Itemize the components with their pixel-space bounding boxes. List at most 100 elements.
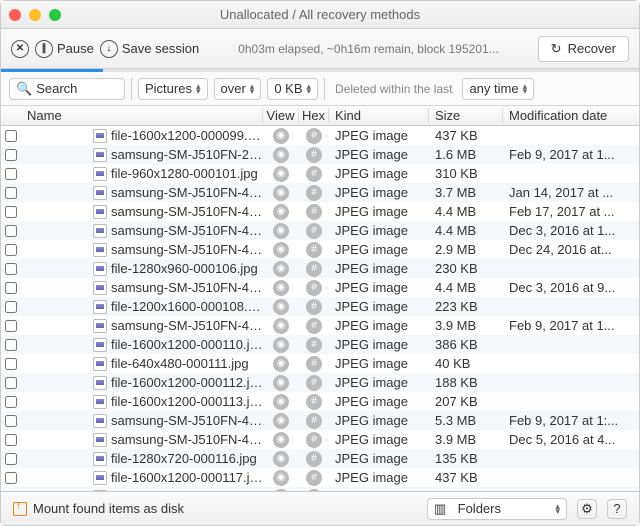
table-row[interactable]: samsung-SM-J510FN-4128...◉#JPEG image3.9…	[1, 430, 639, 449]
table-row[interactable]: file-1200x1600-000108.jpg◉#JPEG image223…	[1, 297, 639, 316]
stop-button[interactable]: ✕	[11, 40, 29, 58]
file-date: Feb 17, 2017 at ...	[503, 204, 639, 219]
eye-icon[interactable]: ◉	[273, 185, 289, 201]
eye-icon[interactable]: ◉	[273, 337, 289, 353]
row-checkbox[interactable]	[1, 434, 21, 446]
table-row[interactable]: samsung-SM-J510FN-4128...◉#JPEG image3.7…	[1, 183, 639, 202]
settings-button[interactable]: ⚙	[577, 499, 597, 519]
eye-icon[interactable]: ◉	[273, 223, 289, 239]
row-checkbox[interactable]	[1, 225, 21, 237]
hex-icon[interactable]: #	[306, 299, 322, 315]
row-checkbox[interactable]	[1, 358, 21, 370]
col-name[interactable]: Name	[21, 108, 263, 123]
recover-button[interactable]: ↻Recover	[538, 36, 629, 62]
hex-icon[interactable]: #	[306, 356, 322, 372]
hex-icon[interactable]: #	[306, 451, 322, 467]
hex-icon[interactable]: #	[306, 432, 322, 448]
table-row[interactable]: file-1600x1200-000099.jpg◉#JPEG image437…	[1, 126, 639, 145]
type-select[interactable]: Pictures▴▾	[138, 78, 208, 100]
eye-icon[interactable]: ◉	[273, 280, 289, 296]
hex-icon[interactable]: #	[306, 470, 322, 486]
eye-icon[interactable]: ◉	[273, 242, 289, 258]
hex-icon[interactable]: #	[306, 261, 322, 277]
file-kind: JPEG image	[329, 280, 429, 295]
table-row[interactable]: samsung-SM-J510FN-4128...◉#JPEG image3.9…	[1, 316, 639, 335]
col-hex[interactable]: Hex	[299, 108, 329, 123]
eye-icon[interactable]: ◉	[273, 470, 289, 486]
hex-icon[interactable]: #	[306, 204, 322, 220]
col-kind[interactable]: Kind	[329, 108, 429, 123]
eye-icon[interactable]: ◉	[273, 261, 289, 277]
col-view[interactable]: View	[263, 108, 299, 123]
table-row[interactable]: file-1600x1200-000113.jpg◉#JPEG image207…	[1, 392, 639, 411]
row-checkbox[interactable]	[1, 415, 21, 427]
hex-icon[interactable]: #	[306, 375, 322, 391]
table-row[interactable]: samsung-SM-J510FN-4128...◉#JPEG image4.4…	[1, 221, 639, 240]
hex-icon[interactable]: #	[306, 185, 322, 201]
col-date[interactable]: Modification date	[503, 108, 639, 123]
row-checkbox[interactable]	[1, 263, 21, 275]
col-size[interactable]: Size	[429, 108, 503, 123]
table-row[interactable]: file-1600x1200-000110.jpg◉#JPEG image386…	[1, 335, 639, 354]
row-checkbox[interactable]	[1, 149, 21, 161]
eye-icon[interactable]: ◉	[273, 318, 289, 334]
row-checkbox[interactable]	[1, 168, 21, 180]
row-checkbox[interactable]	[1, 339, 21, 351]
table-row[interactable]: samsung-SM-J510FN-4128...◉#JPEG image2.9…	[1, 240, 639, 259]
eye-icon[interactable]: ◉	[273, 356, 289, 372]
eye-icon[interactable]: ◉	[273, 413, 289, 429]
row-checkbox[interactable]	[1, 244, 21, 256]
help-button[interactable]: ?	[607, 499, 627, 519]
table-row[interactable]: file-1280x960-000106.jpg◉#JPEG image230 …	[1, 259, 639, 278]
eye-icon[interactable]: ◉	[273, 128, 289, 144]
hex-icon[interactable]: #	[306, 128, 322, 144]
size-select[interactable]: 0 KB▴▾	[267, 78, 318, 100]
row-checkbox[interactable]	[1, 130, 21, 142]
hex-icon[interactable]: #	[306, 223, 322, 239]
table-row[interactable]: file-640x480-000111.jpg◉#JPEG image40 KB	[1, 354, 639, 373]
table-row[interactable]: file-1280x720-000116.jpg◉#JPEG image135 …	[1, 449, 639, 468]
eye-icon[interactable]: ◉	[273, 204, 289, 220]
row-checkbox[interactable]	[1, 187, 21, 199]
row-checkbox[interactable]	[1, 282, 21, 294]
table-row[interactable]: samsung-SM-J510FN-4128...◉#JPEG image5.3…	[1, 411, 639, 430]
hex-icon[interactable]: #	[306, 394, 322, 410]
table-row[interactable]: samsung-SM-J510FN-4128...◉#JPEG image4.4…	[1, 202, 639, 221]
row-checkbox[interactable]	[1, 396, 21, 408]
eye-icon[interactable]: ◉	[273, 432, 289, 448]
folders-select[interactable]: ▥ Folders▴▾	[427, 498, 567, 520]
row-checkbox[interactable]	[1, 206, 21, 218]
save-session-button[interactable]: ↓Save session	[100, 40, 199, 58]
table-row[interactable]: samsung-SM-J510FN-4128...◉#JPEG image4.4…	[1, 278, 639, 297]
table-row[interactable]: file-960x1280-000101.jpg◉#JPEG image310 …	[1, 164, 639, 183]
search-input[interactable]: 🔍Search	[9, 78, 125, 100]
hex-icon[interactable]: #	[306, 413, 322, 429]
eye-icon[interactable]: ◉	[273, 394, 289, 410]
op-select[interactable]: over▴▾	[214, 78, 262, 100]
pause-button[interactable]: ∥Pause	[35, 40, 94, 58]
row-checkbox[interactable]	[1, 377, 21, 389]
row-checkbox[interactable]	[1, 320, 21, 332]
eye-icon[interactable]: ◉	[273, 166, 289, 182]
hex-icon[interactable]: #	[306, 337, 322, 353]
eye-icon[interactable]: ◉	[273, 375, 289, 391]
table-row[interactable]: file-1600x1200-000112.jpg◉#JPEG image188…	[1, 373, 639, 392]
row-checkbox[interactable]	[1, 301, 21, 313]
mount-button[interactable]: Mount found items as disk	[13, 501, 184, 516]
hex-icon[interactable]: #	[306, 166, 322, 182]
minimize-icon[interactable]	[29, 9, 41, 21]
eye-icon[interactable]: ◉	[273, 299, 289, 315]
hex-icon[interactable]: #	[306, 318, 322, 334]
table-row[interactable]: samsung-SM-J510FN-2576...◉#JPEG image1.6…	[1, 145, 639, 164]
hex-icon[interactable]: #	[306, 147, 322, 163]
hex-icon[interactable]: #	[306, 242, 322, 258]
close-icon[interactable]	[9, 9, 21, 21]
fullscreen-icon[interactable]	[49, 9, 61, 21]
row-checkbox[interactable]	[1, 453, 21, 465]
table-row[interactable]: file-1600x1200-000117.jpg◉#JPEG image437…	[1, 468, 639, 487]
eye-icon[interactable]: ◉	[273, 147, 289, 163]
time-range-select[interactable]: any time▴▾	[462, 78, 534, 100]
row-checkbox[interactable]	[1, 472, 21, 484]
eye-icon[interactable]: ◉	[273, 451, 289, 467]
hex-icon[interactable]: #	[306, 280, 322, 296]
